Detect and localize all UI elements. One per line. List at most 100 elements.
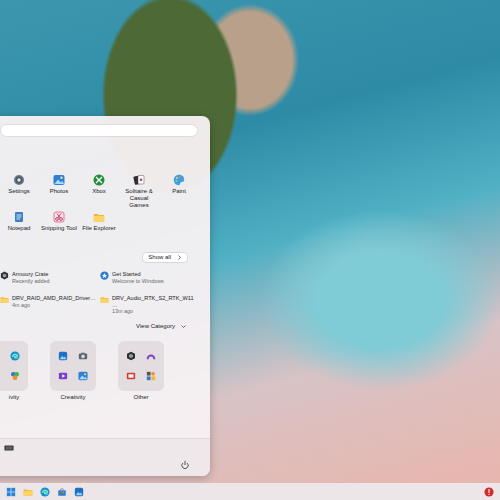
pinned-app[interactable]: Photos	[40, 174, 78, 209]
folder-icon	[0, 295, 9, 304]
taskbar-button[interactable]	[74, 487, 84, 497]
edge-icon	[10, 351, 20, 361]
app-icon	[74, 487, 84, 497]
taskbar-button[interactable]	[23, 487, 33, 497]
chevron-right-icon	[174, 254, 182, 261]
photos-icon	[53, 174, 65, 186]
armoury-icon	[126, 351, 136, 361]
category-folder[interactable]: Other	[118, 341, 164, 401]
scissors-icon	[53, 211, 65, 223]
alert-icon	[484, 487, 494, 497]
notepad-icon	[13, 211, 25, 223]
category-label: Creativity	[60, 394, 85, 401]
recommended-item[interactable]: Armoury CrateRecently added	[0, 271, 98, 291]
category-tile[interactable]	[118, 341, 164, 391]
armoury-icon	[0, 271, 9, 280]
category-label: ivity	[9, 394, 19, 401]
folder-icon	[100, 295, 109, 304]
app-label: Notepad	[8, 225, 31, 232]
recommended-title: DRV_RAID_AMD_RAID_Driver…	[12, 295, 96, 302]
app-label: Settings	[8, 188, 30, 195]
recommended-subtitle: 4m ago	[12, 302, 96, 308]
notepad-icon	[13, 211, 25, 223]
taskbar	[0, 483, 500, 500]
show-all-button[interactable]: Show all	[142, 252, 188, 263]
user-bar	[0, 438, 210, 476]
power-icon	[180, 460, 190, 470]
recommended-item[interactable]: DRV_Audio_RTK_S2_RTK_W11…13m ago	[100, 295, 198, 315]
get-started-icon	[100, 271, 109, 280]
apps-icon	[146, 371, 156, 381]
recommended-subtitle: 13m ago	[112, 308, 198, 314]
power-button[interactable]	[180, 460, 190, 470]
recommended-item[interactable]: Get StartedWelcome to Windows	[100, 271, 198, 291]
start-menu: Settings Photos XboxSolitaire & Casual Gam…	[0, 116, 210, 476]
get-started-icon	[100, 271, 109, 280]
app-label: Photos	[50, 188, 69, 195]
pinned-app[interactable]: Snipping Tool	[40, 211, 78, 242]
category-folder[interactable]: ivity	[0, 341, 28, 401]
recommended-text: DRV_Audio_RTK_S2_RTK_W11…13m ago	[112, 295, 198, 315]
photos-icon	[58, 351, 68, 361]
palette-icon	[173, 174, 185, 186]
pinned-apps: Settings Photos XboxSolitaire & Casual Gam…	[0, 174, 198, 242]
media-icon	[58, 371, 68, 381]
windows-icon	[6, 487, 16, 497]
media-icon	[58, 371, 68, 381]
taskbar-button[interactable]	[6, 487, 16, 497]
folder-icon	[23, 487, 33, 497]
camera-icon	[78, 351, 88, 361]
recommended-title: DRV_Audio_RTK_S2_RTK_W11…	[112, 295, 198, 308]
recommended-subtitle: Welcome to Windows	[112, 278, 164, 284]
cards-icon	[133, 174, 145, 186]
recommended-text: Get StartedWelcome to Windows	[112, 271, 164, 284]
pinned-app[interactable]: Xbox	[80, 174, 118, 209]
apps-icon	[10, 371, 20, 381]
recommended-title: Get Started	[112, 271, 164, 278]
scissors-icon	[53, 211, 65, 223]
cards-icon	[133, 174, 145, 186]
app-icon	[126, 371, 136, 381]
pinned-app[interactable]: Paint	[160, 174, 198, 209]
category-tile[interactable]	[0, 341, 28, 391]
armoury-icon	[126, 351, 136, 361]
search-box[interactable]	[0, 124, 198, 137]
app-icon	[126, 371, 136, 381]
category-tile[interactable]	[50, 341, 96, 391]
photos-icon	[58, 351, 68, 361]
folder-icon	[93, 211, 105, 223]
folder-icon	[0, 295, 9, 304]
store-icon	[57, 487, 67, 497]
armoury-icon	[0, 271, 9, 280]
pinned-app[interactable]: Notepad	[0, 211, 38, 242]
chevron-down-icon	[178, 322, 186, 331]
gear-icon	[13, 174, 25, 186]
edge-icon	[40, 487, 50, 497]
app-icon	[146, 351, 156, 361]
pinned-app[interactable]: File Explorer	[80, 211, 118, 242]
category-folder[interactable]: Creativity	[50, 341, 96, 401]
view-category-button[interactable]: View Category	[136, 322, 186, 331]
pinned-app[interactable]: Settings	[0, 174, 38, 209]
folder-icon	[93, 211, 105, 223]
photos-icon	[53, 174, 65, 186]
show-all-row: Show all	[0, 252, 198, 263]
view-row: View Category	[0, 322, 198, 331]
pinned-app[interactable]: Solitaire & Casual Games	[120, 174, 158, 209]
photos-icon	[78, 371, 88, 381]
desktop: Settings Photos XboxSolitaire & Casual Gam…	[0, 0, 500, 500]
show-all-label: Show all	[148, 254, 171, 261]
taskbar-button[interactable]	[57, 487, 67, 497]
app-label: Snipping Tool	[41, 225, 77, 232]
recommended-title: Armoury Crate	[12, 271, 49, 278]
recommended-item[interactable]: DRV_RAID_AMD_RAID_Driver…4m ago	[0, 295, 98, 315]
keyboard-icon	[4, 443, 14, 453]
chevron-down-icon	[181, 324, 186, 329]
taskbar-button[interactable]	[40, 487, 50, 497]
store-icon	[57, 487, 67, 497]
windows-icon	[6, 487, 16, 497]
palette-icon	[173, 174, 185, 186]
tray-button[interactable]	[484, 487, 494, 497]
app-label: Solitaire & Casual Games	[120, 188, 158, 209]
apps-icon	[10, 371, 20, 381]
